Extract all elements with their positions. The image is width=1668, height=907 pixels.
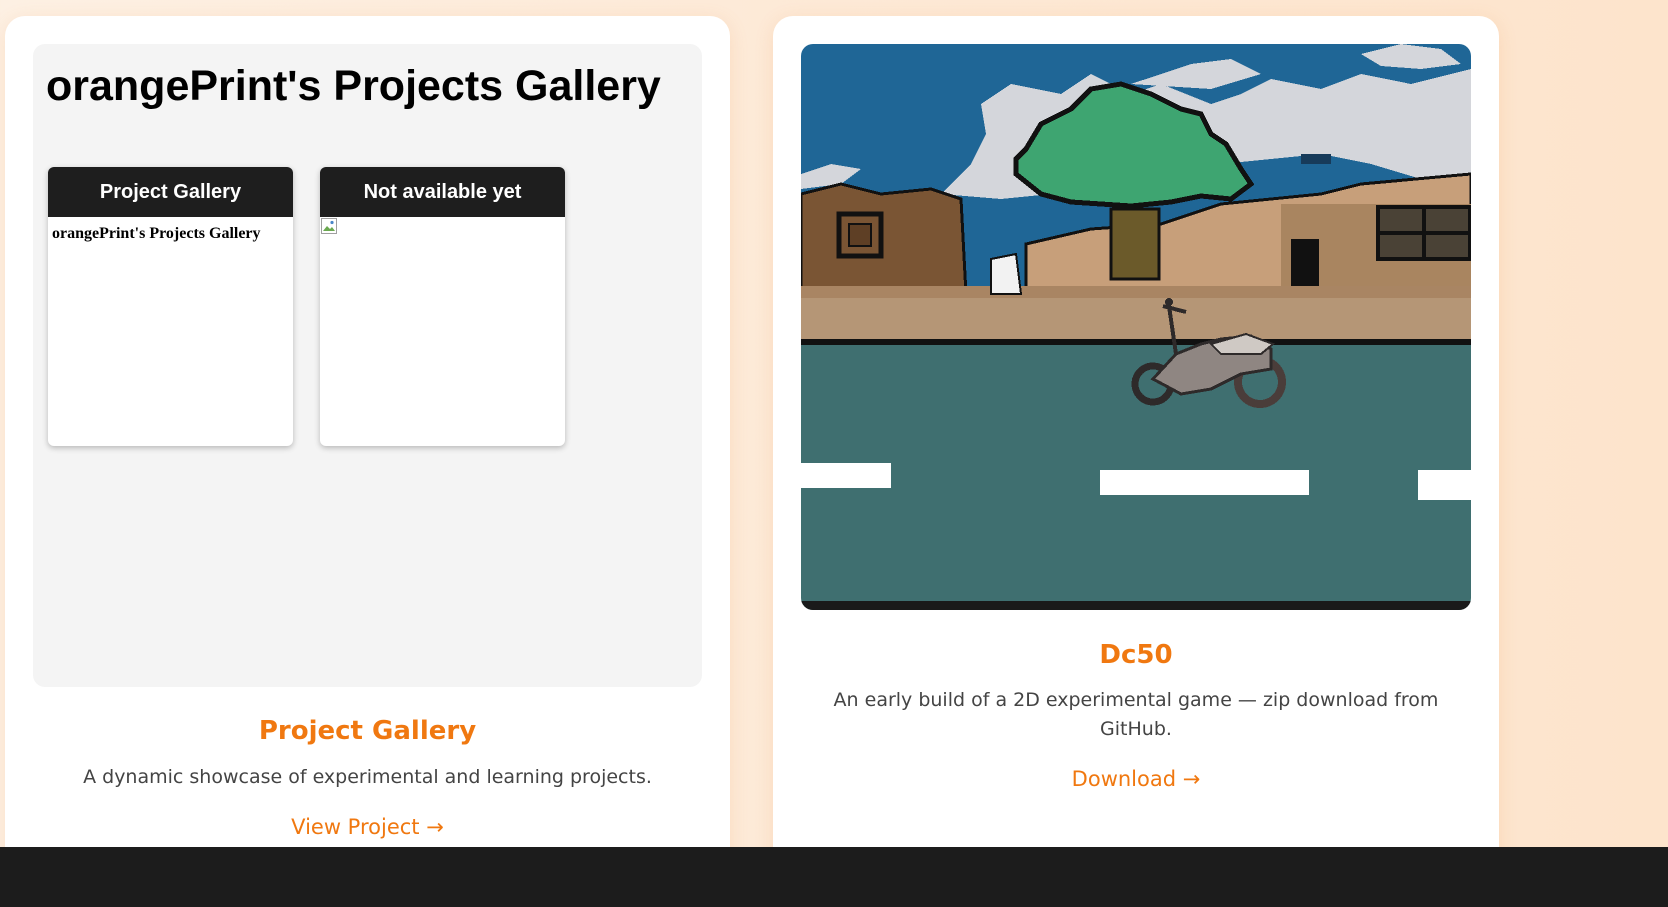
preview-mini-card[interactable]: Not available yet bbox=[320, 167, 565, 446]
project-preview-frame: orangePrint's Projects Gallery Project G… bbox=[33, 44, 702, 687]
download-link[interactable]: Download → bbox=[773, 767, 1499, 791]
mini-card-header: Project Gallery bbox=[48, 167, 293, 217]
broken-image-icon bbox=[321, 218, 337, 234]
view-project-link[interactable]: View Project → bbox=[5, 815, 730, 839]
project-card-gallery: orangePrint's Projects Gallery Project G… bbox=[5, 16, 730, 907]
preview-mini-card[interactable]: Project Gallery orangePrint's Projects G… bbox=[48, 167, 293, 446]
project-title: Project Gallery bbox=[258, 716, 477, 746]
project-title: Dc50 bbox=[1099, 640, 1173, 670]
bottom-bar bbox=[0, 847, 1668, 907]
mini-card-embedded-text: orangePrint's Projects Gallery bbox=[52, 225, 261, 242]
project-description: A dynamic showcase of experimental and l… bbox=[83, 766, 652, 788]
project-card-dc50: Dc50 An early build of a 2D experimental… bbox=[773, 16, 1499, 907]
preview-page-title: orangePrint's Projects Gallery bbox=[46, 62, 661, 110]
mini-card-header: Not available yet bbox=[320, 167, 565, 217]
project-description: An early build of a 2D experimental game… bbox=[833, 689, 1439, 740]
game-screenshot-image bbox=[801, 44, 1471, 610]
